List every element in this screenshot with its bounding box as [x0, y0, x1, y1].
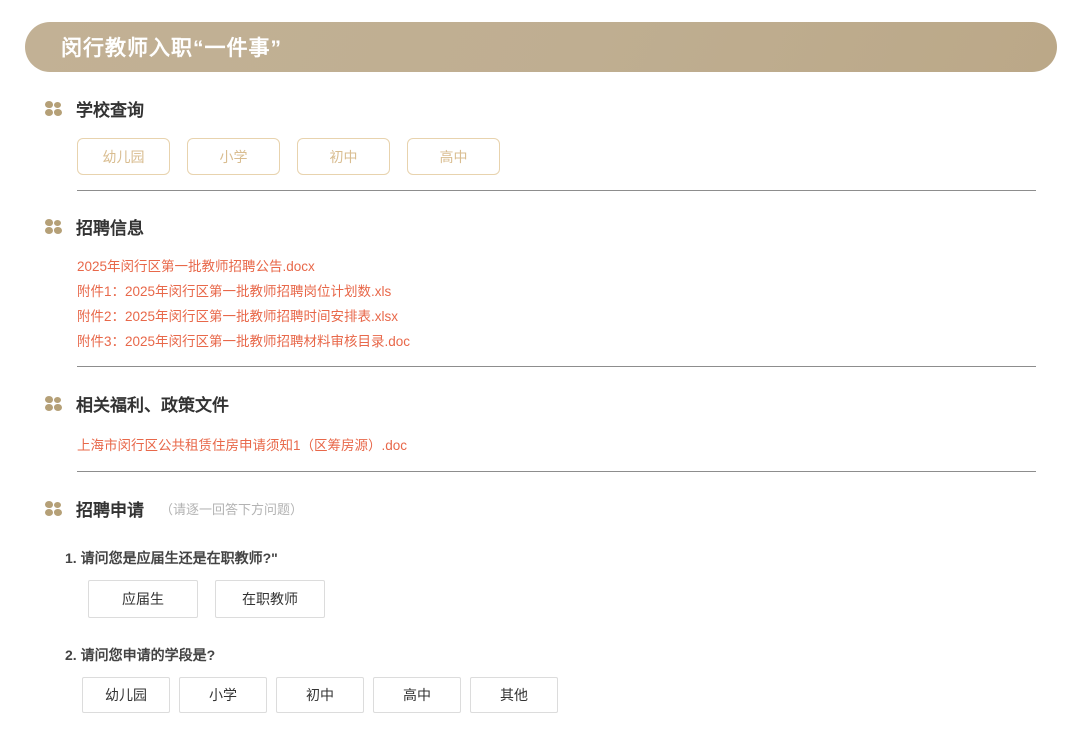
school-type-junior-button[interactable]: 初中	[297, 138, 390, 175]
option-senior-button[interactable]: 高中	[373, 677, 461, 713]
section-header: 招聘信息	[45, 214, 1036, 239]
section-title: 学校查询	[76, 101, 144, 120]
section-title: 招聘信息	[76, 219, 144, 238]
question-2-label: 2. 请问您申请的学段是?	[65, 647, 216, 663]
page-header: 闵行教师入职“一件事”	[25, 22, 1057, 72]
option-fresh-graduate-button[interactable]: 应届生	[88, 580, 198, 618]
school-type-buttons: 幼儿园 小学 初中 高中	[77, 138, 1036, 175]
section-header: 招聘申请 （请逐一回答下方问题）	[45, 496, 1036, 521]
option-kindergarten-button[interactable]: 幼儿园	[82, 677, 170, 713]
option-primary-button[interactable]: 小学	[179, 677, 267, 713]
school-type-primary-button[interactable]: 小学	[187, 138, 280, 175]
clover-icon	[45, 500, 62, 517]
clover-icon	[45, 100, 62, 117]
question-1: 1. 请问您是应届生还是在职教师?" 应届生 在职教师	[45, 548, 1036, 618]
school-type-senior-button[interactable]: 高中	[407, 138, 500, 175]
section-header: 学校查询	[45, 96, 1036, 121]
clover-icon	[45, 218, 62, 235]
section-recruit-info: 招聘信息 2025年闵行区第一批教师招聘公告.docx 附件1：2025年闵行区…	[45, 214, 1036, 367]
section-divider	[77, 190, 1036, 191]
section-subtitle: （请逐一回答下方问题）	[160, 502, 304, 517]
welfare-file-links: 上海市闵行区公共租赁住房申请须知1（区筹房源）.doc	[77, 433, 1036, 458]
option-junior-button[interactable]: 初中	[276, 677, 364, 713]
question-1-options: 应届生 在职教师	[88, 580, 1036, 618]
recruit-attachment3-link[interactable]: 附件3：2025年闵行区第一批教师招聘材料审核目录.doc	[77, 329, 410, 354]
section-divider	[77, 366, 1036, 367]
question-1-label: 1. 请问您是应届生还是在职教师?"	[65, 550, 278, 566]
recruit-attachment1-link[interactable]: 附件1：2025年闵行区第一批教师招聘岗位计划数.xls	[77, 279, 391, 304]
question-2-options: 幼儿园 小学 初中 高中 其他	[82, 677, 1036, 713]
recruit-attachment2-link[interactable]: 附件2：2025年闵行区第一批教师招聘时间安排表.xlsx	[77, 304, 398, 329]
option-other-button[interactable]: 其他	[470, 677, 558, 713]
public-rental-housing-link[interactable]: 上海市闵行区公共租赁住房申请须知1（区筹房源）.doc	[77, 433, 407, 458]
question-2: 2. 请问您申请的学段是? 幼儿园 小学 初中 高中 其他	[45, 645, 1036, 713]
school-type-kindergarten-button[interactable]: 幼儿园	[77, 138, 170, 175]
clover-icon	[45, 395, 62, 412]
main-content: 学校查询 幼儿园 小学 初中 高中 招聘信息 2025年闵行区第一批教师招聘公告…	[0, 96, 1080, 747]
section-title: 相关福利、政策文件	[76, 396, 229, 415]
recruit-announcement-link[interactable]: 2025年闵行区第一批教师招聘公告.docx	[77, 254, 315, 279]
section-school-query: 学校查询 幼儿园 小学 初中 高中	[45, 96, 1036, 191]
section-divider	[77, 471, 1036, 472]
section-welfare-policy: 相关福利、政策文件 上海市闵行区公共租赁住房申请须知1（区筹房源）.doc	[45, 391, 1036, 472]
option-inservice-teacher-button[interactable]: 在职教师	[215, 580, 325, 618]
recruit-file-links: 2025年闵行区第一批教师招聘公告.docx 附件1：2025年闵行区第一批教师…	[77, 254, 1036, 354]
page-title: 闵行教师入职“一件事”	[61, 37, 282, 60]
section-title: 招聘申请	[76, 501, 144, 520]
section-application: 招聘申请 （请逐一回答下方问题） 1. 请问您是应届生还是在职教师?" 应届生 …	[45, 496, 1036, 713]
section-header: 相关福利、政策文件	[45, 391, 1036, 416]
